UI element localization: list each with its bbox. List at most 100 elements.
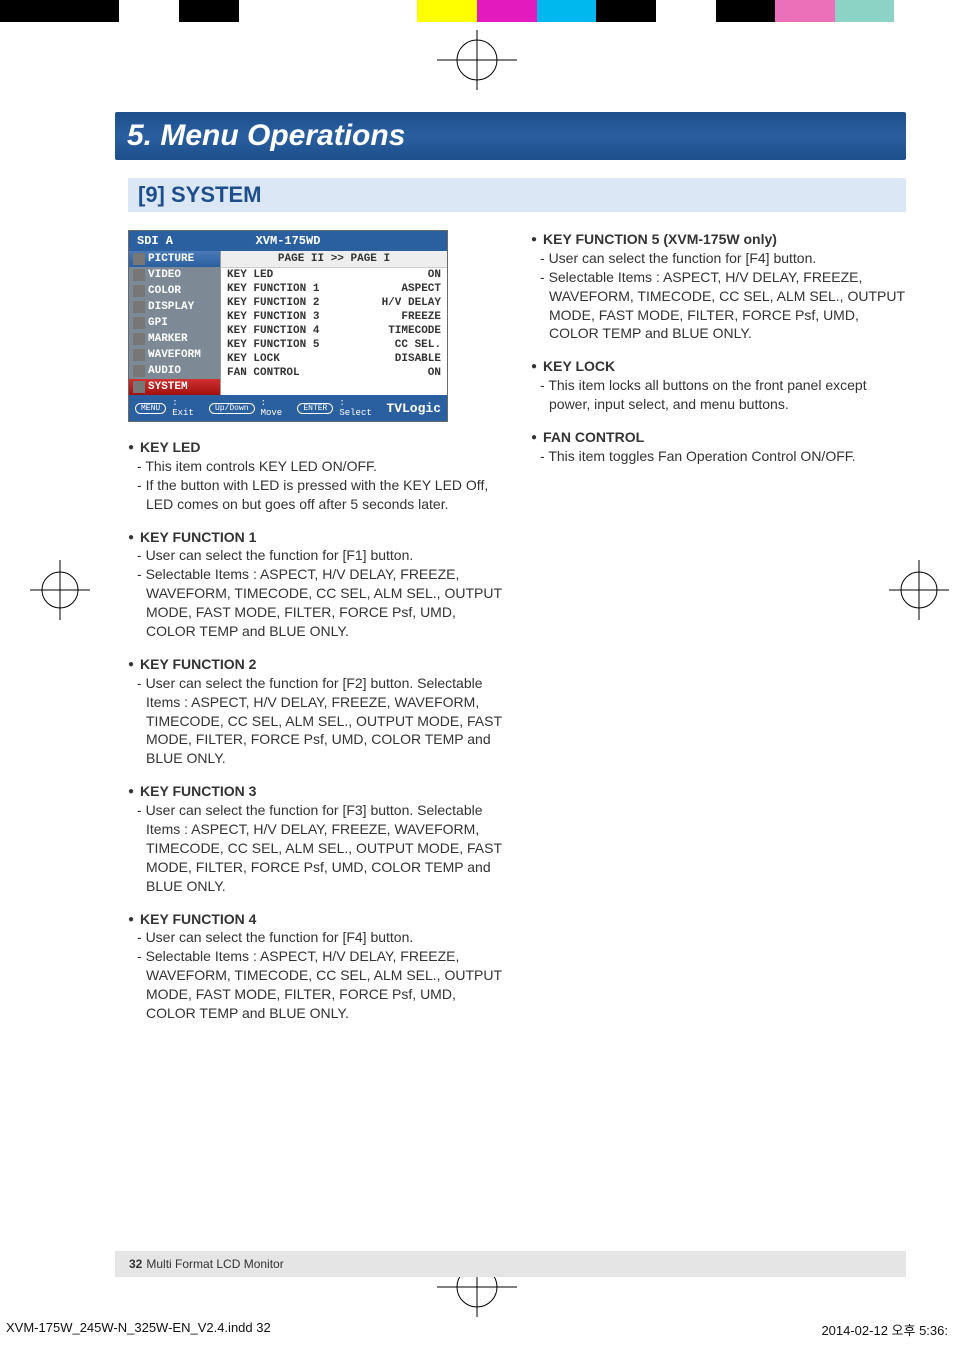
osd-hint-updown: Up/Down bbox=[209, 403, 255, 414]
osd-sidebar-item: GPI bbox=[129, 315, 220, 331]
menu-icon bbox=[133, 365, 145, 377]
description-title: KEY FUNCTION 3 bbox=[128, 782, 503, 801]
osd-hint-menu: MENU bbox=[135, 403, 166, 414]
osd-header: SDI A XVM-175WD bbox=[129, 231, 447, 251]
color-swatch bbox=[775, 0, 835, 22]
osd-setting-value: ON bbox=[428, 367, 441, 379]
osd-page-tabs: PAGE II >> PAGE I bbox=[221, 251, 447, 268]
menu-icon bbox=[133, 269, 145, 281]
osd-setting-name: KEY FUNCTION 3 bbox=[227, 311, 401, 323]
description-line: Selectable Items : ASPECT, H/V DELAY, FR… bbox=[549, 268, 906, 344]
description-line: User can select the function for [F1] bu… bbox=[146, 546, 503, 565]
osd-setting-name: KEY FUNCTION 1 bbox=[227, 283, 401, 295]
osd-setting-name: KEY LOCK bbox=[227, 353, 395, 365]
menu-icon bbox=[133, 253, 145, 265]
description-item: KEY FUNCTION 4User can select the functi… bbox=[128, 910, 503, 1023]
osd-hint-enter: ENTER bbox=[297, 403, 333, 414]
description-line: This item toggles Fan Operation Control … bbox=[549, 447, 906, 466]
description-item: KEY LOCKThis item locks all buttons on t… bbox=[531, 357, 906, 414]
description-title: KEY FUNCTION 5 (XVM-175W only) bbox=[531, 230, 906, 249]
description-line: User can select the function for [F3] bu… bbox=[146, 801, 503, 895]
print-date: 2014-02-12 오후 5:36: bbox=[821, 1320, 948, 1339]
description-item: FAN CONTROLThis item toggles Fan Operati… bbox=[531, 428, 906, 466]
osd-model-label: XVM-175WD bbox=[256, 234, 321, 248]
menu-icon bbox=[133, 381, 145, 393]
osd-setting-row: KEY FUNCTION 1ASPECT bbox=[221, 282, 447, 296]
chapter-title: 5. Menu Operations bbox=[127, 119, 405, 153]
osd-sidebar-item: AUDIO bbox=[129, 363, 220, 379]
description-line: Selectable Items : ASPECT, H/V DELAY, FR… bbox=[146, 947, 503, 1023]
osd-setting-row: KEY LEDON bbox=[221, 268, 447, 282]
description-line: User can select the function for [F4] bu… bbox=[549, 249, 906, 268]
osd-setting-row: FAN CONTROLON bbox=[221, 366, 447, 380]
osd-setting-name: KEY FUNCTION 2 bbox=[227, 297, 382, 309]
osd-setting-value: H/V DELAY bbox=[382, 297, 441, 309]
osd-setting-row: KEY FUNCTION 2H/V DELAY bbox=[221, 296, 447, 310]
chapter-title-band: 5. Menu Operations bbox=[115, 112, 906, 160]
osd-sidebar-label: GPI bbox=[148, 317, 168, 329]
osd-setting-value: ON bbox=[428, 269, 441, 281]
description-line: Selectable Items : ASPECT, H/V DELAY, FR… bbox=[146, 565, 503, 641]
osd-sidebar-label: WAVEFORM bbox=[148, 349, 201, 361]
page-footer-label: Multi Format LCD Monitor bbox=[146, 1257, 283, 1271]
osd-sidebar-item: WAVEFORM bbox=[129, 347, 220, 363]
osd-sidebar-item: PICTURE bbox=[129, 251, 220, 267]
menu-icon bbox=[133, 285, 145, 297]
color-swatch bbox=[60, 0, 120, 22]
page-footer-band: 32 Multi Format LCD Monitor bbox=[115, 1251, 906, 1277]
osd-sidebar-label: AUDIO bbox=[148, 365, 181, 377]
osd-setting-name: KEY FUNCTION 4 bbox=[227, 325, 388, 337]
description-title: KEY LOCK bbox=[531, 357, 906, 376]
osd-menu-screenshot: SDI A XVM-175WD PICTUREVIDEOCOLORDISPLAY… bbox=[128, 230, 448, 422]
color-swatch bbox=[358, 0, 418, 22]
color-swatch bbox=[239, 0, 299, 22]
description-item: KEY FUNCTION 5 (XVM-175W only)User can s… bbox=[531, 230, 906, 343]
osd-footer: MENU : Exit Up/Down : Move ENTER : Selec… bbox=[129, 395, 447, 421]
print-job-footer: XVM-175W_245W-N_325W-EN_V2.4.indd 32 201… bbox=[6, 1320, 948, 1339]
color-swatch bbox=[179, 0, 239, 22]
description-line: User can select the function for [F2] bu… bbox=[146, 674, 503, 768]
color-swatch bbox=[596, 0, 656, 22]
color-swatch bbox=[835, 0, 895, 22]
description-line: If the button with LED is pressed with t… bbox=[146, 476, 503, 514]
description-item: KEY LEDThis item controls KEY LED ON/OFF… bbox=[128, 438, 503, 514]
description-line: User can select the function for [F4] bu… bbox=[146, 928, 503, 947]
registration-mark-right bbox=[889, 560, 949, 620]
menu-icon bbox=[133, 317, 145, 329]
menu-icon bbox=[133, 349, 145, 361]
page-number: 32 bbox=[129, 1257, 142, 1271]
osd-sidebar-label: DISPLAY bbox=[148, 301, 194, 313]
osd-setting-value: CC SEL. bbox=[395, 339, 441, 351]
registration-mark-top bbox=[417, 30, 537, 90]
print-file-name: XVM-175W_245W-N_325W-EN_V2.4.indd 32 bbox=[6, 1320, 271, 1339]
description-item: KEY FUNCTION 1User can select the functi… bbox=[128, 528, 503, 641]
color-swatch bbox=[716, 0, 776, 22]
osd-setting-value: TIMECODE bbox=[388, 325, 441, 337]
description-line: This item locks all buttons on the front… bbox=[549, 376, 906, 414]
osd-sidebar-label: MARKER bbox=[148, 333, 188, 345]
content-columns: SDI A XVM-175WD PICTUREVIDEOCOLORDISPLAY… bbox=[128, 230, 906, 1037]
menu-icon bbox=[133, 333, 145, 345]
osd-sidebar-item: SYSTEM bbox=[129, 379, 220, 395]
color-swatch bbox=[656, 0, 716, 22]
description-title: FAN CONTROL bbox=[531, 428, 906, 447]
osd-setting-row: KEY LOCKDISABLE bbox=[221, 352, 447, 366]
description-title: KEY FUNCTION 1 bbox=[128, 528, 503, 547]
osd-sidebar: PICTUREVIDEOCOLORDISPLAYGPIMARKERWAVEFOR… bbox=[129, 251, 221, 395]
osd-setting-row: KEY FUNCTION 5CC SEL. bbox=[221, 338, 447, 352]
color-swatch bbox=[0, 0, 60, 22]
description-title: KEY LED bbox=[128, 438, 503, 457]
description-line: This item controls KEY LED ON/OFF. bbox=[146, 457, 503, 476]
description-item: KEY FUNCTION 2User can select the functi… bbox=[128, 655, 503, 768]
print-color-bar bbox=[0, 0, 954, 22]
osd-sidebar-label: PICTURE bbox=[148, 253, 194, 265]
osd-main-panel: PAGE II >> PAGE I KEY LEDONKEY FUNCTION … bbox=[221, 251, 447, 395]
osd-setting-row: KEY FUNCTION 4TIMECODE bbox=[221, 324, 447, 338]
right-column: KEY FUNCTION 5 (XVM-175W only)User can s… bbox=[531, 230, 906, 1037]
description-title: KEY FUNCTION 4 bbox=[128, 910, 503, 929]
color-swatch bbox=[894, 0, 954, 22]
osd-sidebar-item: VIDEO bbox=[129, 267, 220, 283]
menu-icon bbox=[133, 301, 145, 313]
color-swatch bbox=[119, 0, 179, 22]
color-swatch bbox=[298, 0, 358, 22]
